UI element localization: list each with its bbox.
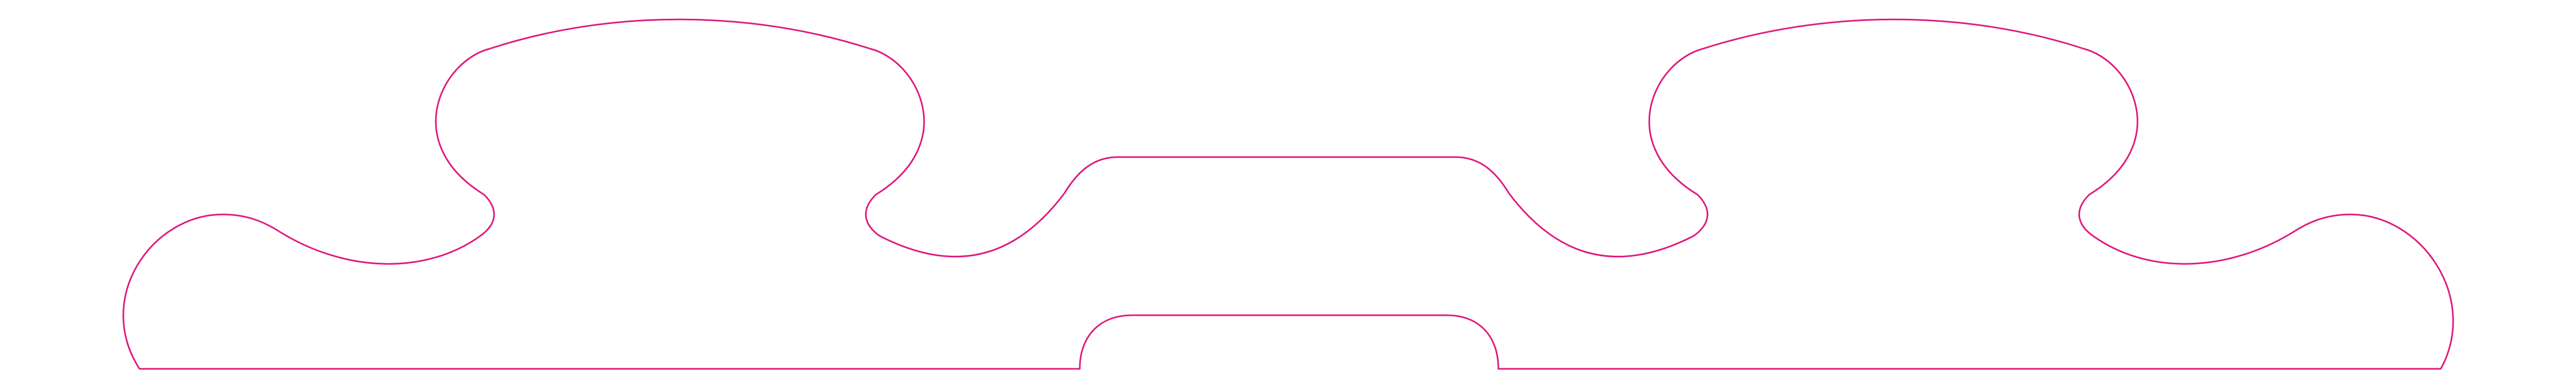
profile-drawing-canvas — [0, 0, 2576, 386]
background — [0, 0, 2576, 386]
